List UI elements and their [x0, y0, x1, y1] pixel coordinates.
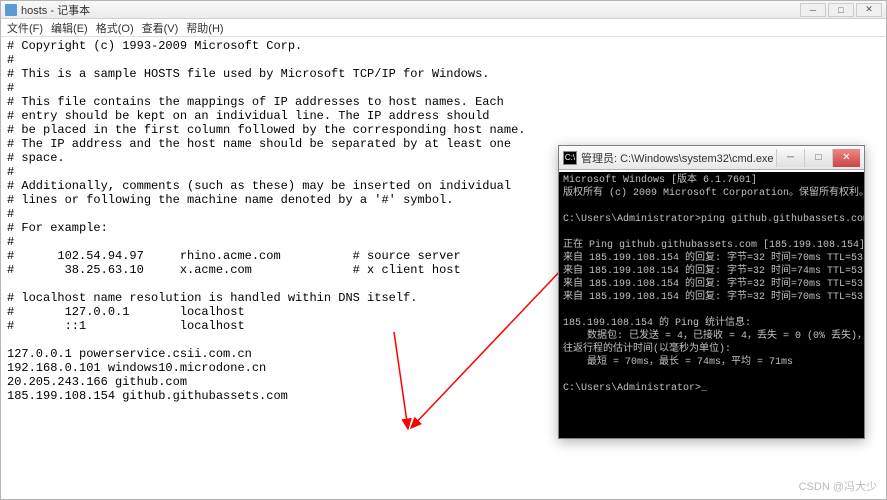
menu-format[interactable]: 格式(O) [94, 20, 136, 36]
cmd-close-button[interactable]: ✕ [832, 149, 860, 167]
cmd-output[interactable]: Microsoft Windows [版本 6.1.7601] 版权所有 (c)… [559, 170, 864, 438]
notepad-menubar: 文件(F) 编辑(E) 格式(O) 查看(V) 帮助(H) [1, 19, 886, 37]
menu-view[interactable]: 查看(V) [140, 20, 181, 36]
menu-help[interactable]: 帮助(H) [184, 20, 225, 36]
notepad-title: hosts - 记事本 [21, 2, 90, 18]
cmd-maximize-button[interactable]: □ [804, 149, 832, 167]
watermark: CSDN @冯大少 [799, 478, 877, 494]
notepad-icon [5, 4, 17, 16]
minimize-button[interactable]: ─ [800, 3, 826, 17]
close-button[interactable]: ✕ [856, 3, 882, 17]
cmd-title: 管理员: C:\Windows\system32\cmd.exe [581, 150, 776, 166]
window-controls: ─ □ ✕ [800, 3, 882, 17]
cmd-minimize-button[interactable]: ─ [776, 149, 804, 167]
menu-edit[interactable]: 编辑(E) [49, 20, 90, 36]
menu-file[interactable]: 文件(F) [5, 20, 45, 36]
maximize-button[interactable]: □ [828, 3, 854, 17]
cmd-window: C:\ 管理员: C:\Windows\system32\cmd.exe ─ □… [558, 145, 865, 439]
cmd-titlebar[interactable]: C:\ 管理员: C:\Windows\system32\cmd.exe ─ □… [559, 146, 864, 170]
cmd-window-controls: ─ □ ✕ [776, 149, 860, 167]
cmd-icon: C:\ [563, 151, 577, 165]
notepad-titlebar[interactable]: hosts - 记事本 ─ □ ✕ [1, 1, 886, 19]
